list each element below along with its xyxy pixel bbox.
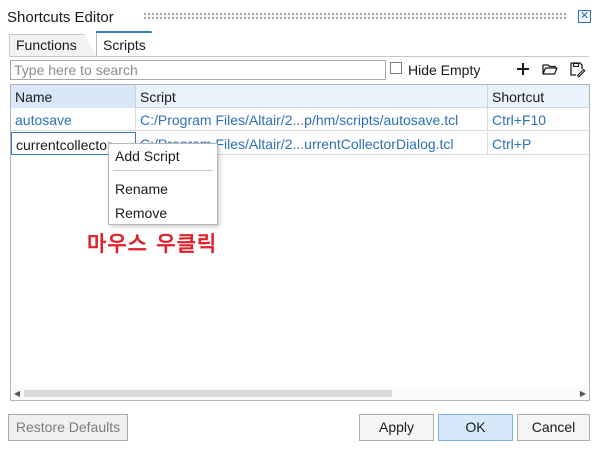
tab-scripts[interactable]: Scripts [96, 31, 162, 57]
hide-empty-label: Hide Empty [408, 62, 481, 78]
menu-item-rename[interactable]: Rename [115, 181, 168, 197]
cancel-button[interactable]: Cancel [517, 414, 590, 441]
restore-defaults-button[interactable]: Restore Defaults [8, 414, 128, 441]
scroll-right-icon[interactable]: ▶ [577, 387, 589, 400]
menu-separator [113, 170, 213, 171]
table-row[interactable]: currentcollector C:/Program Files/Altair… [11, 132, 589, 155]
hide-empty-checkbox[interactable] [390, 62, 402, 74]
close-icon[interactable]: ✕ [578, 10, 591, 23]
table-header: Name Script Shortcut [11, 85, 589, 108]
row-name[interactable]: autosave [11, 108, 136, 131]
search-input[interactable] [10, 60, 386, 80]
folder-open-icon[interactable] [541, 60, 559, 78]
title-bar[interactable]: Shortcuts Editor ✕ [0, 0, 595, 30]
menu-item-add-script[interactable]: Add Script [115, 148, 180, 164]
row-shortcut[interactable]: Ctrl+P [488, 132, 589, 155]
ok-button[interactable]: OK [438, 414, 513, 441]
row-script[interactable]: C:/Program Files/Altair/2...p/hm/scripts… [136, 108, 488, 131]
column-header-name[interactable]: Name [11, 85, 136, 108]
scrollbar-thumb[interactable] [24, 390, 392, 397]
table-row[interactable]: autosave C:/Program Files/Altair/2...p/h… [11, 108, 589, 131]
column-header-script[interactable]: Script [136, 85, 488, 108]
save-as-icon[interactable] [568, 60, 586, 78]
row-shortcut[interactable]: Ctrl+F10 [488, 108, 589, 131]
plus-icon[interactable] [514, 60, 532, 78]
column-header-shortcut[interactable]: Shortcut [488, 85, 589, 108]
apply-button[interactable]: Apply [359, 414, 434, 441]
tab-functions[interactable]: Functions [9, 34, 97, 57]
window-title: Shortcuts Editor [7, 9, 114, 26]
shortcuts-editor-dialog: Shortcuts Editor ✕ Functions Scripts Hid… [0, 0, 595, 451]
horizontal-scrollbar[interactable]: ◀ ▶ [11, 387, 589, 400]
menu-item-remove[interactable]: Remove [115, 205, 167, 221]
context-menu: Add Script Rename Remove [108, 143, 218, 225]
annotation-text: 마우스 우클릭 [87, 232, 218, 256]
drag-grip[interactable] [143, 12, 568, 20]
tab-divider [9, 56, 589, 57]
scroll-left-icon[interactable]: ◀ [11, 387, 23, 400]
